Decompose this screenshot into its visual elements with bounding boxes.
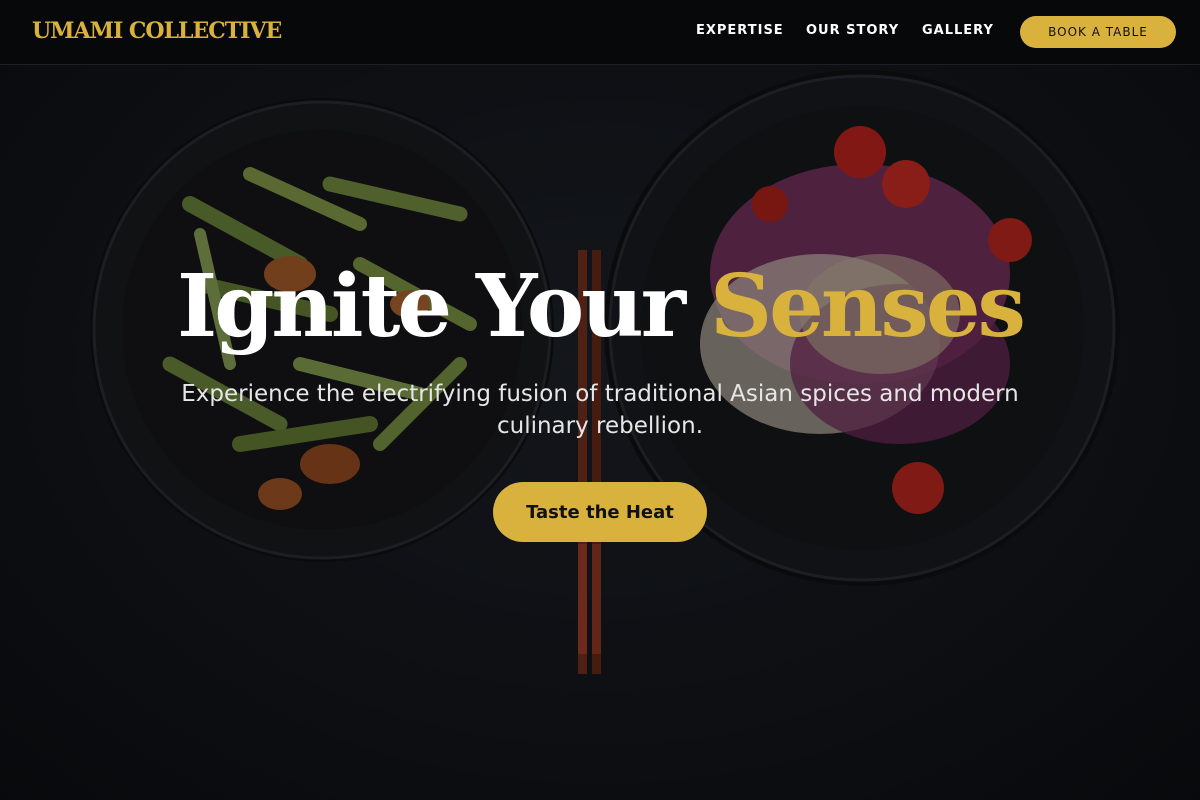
- site-header: UMAMI COLLECTIVE EXPERTISE OUR STORY GAL…: [0, 0, 1200, 65]
- nav-link-expertise[interactable]: EXPERTISE: [696, 23, 784, 38]
- hero-title-main: Ignite Your: [177, 256, 711, 357]
- nav-link-our-story[interactable]: OUR STORY: [806, 23, 899, 38]
- taste-the-heat-button[interactable]: Taste the Heat: [493, 482, 707, 542]
- nav-link-gallery[interactable]: GALLERY: [922, 23, 994, 38]
- landing-page: UMAMI COLLECTIVE EXPERTISE OUR STORY GAL…: [0, 0, 1200, 800]
- hero-title-accent: Senses: [710, 256, 1026, 357]
- hero-title: Ignite Your Senses: [0, 252, 1200, 362]
- hero-subtitle: Experience the electrifying fusion of tr…: [181, 381, 1019, 439]
- book-a-table-button[interactable]: BOOK A TABLE: [1020, 16, 1176, 48]
- brand-logo[interactable]: UMAMI COLLECTIVE: [32, 18, 282, 44]
